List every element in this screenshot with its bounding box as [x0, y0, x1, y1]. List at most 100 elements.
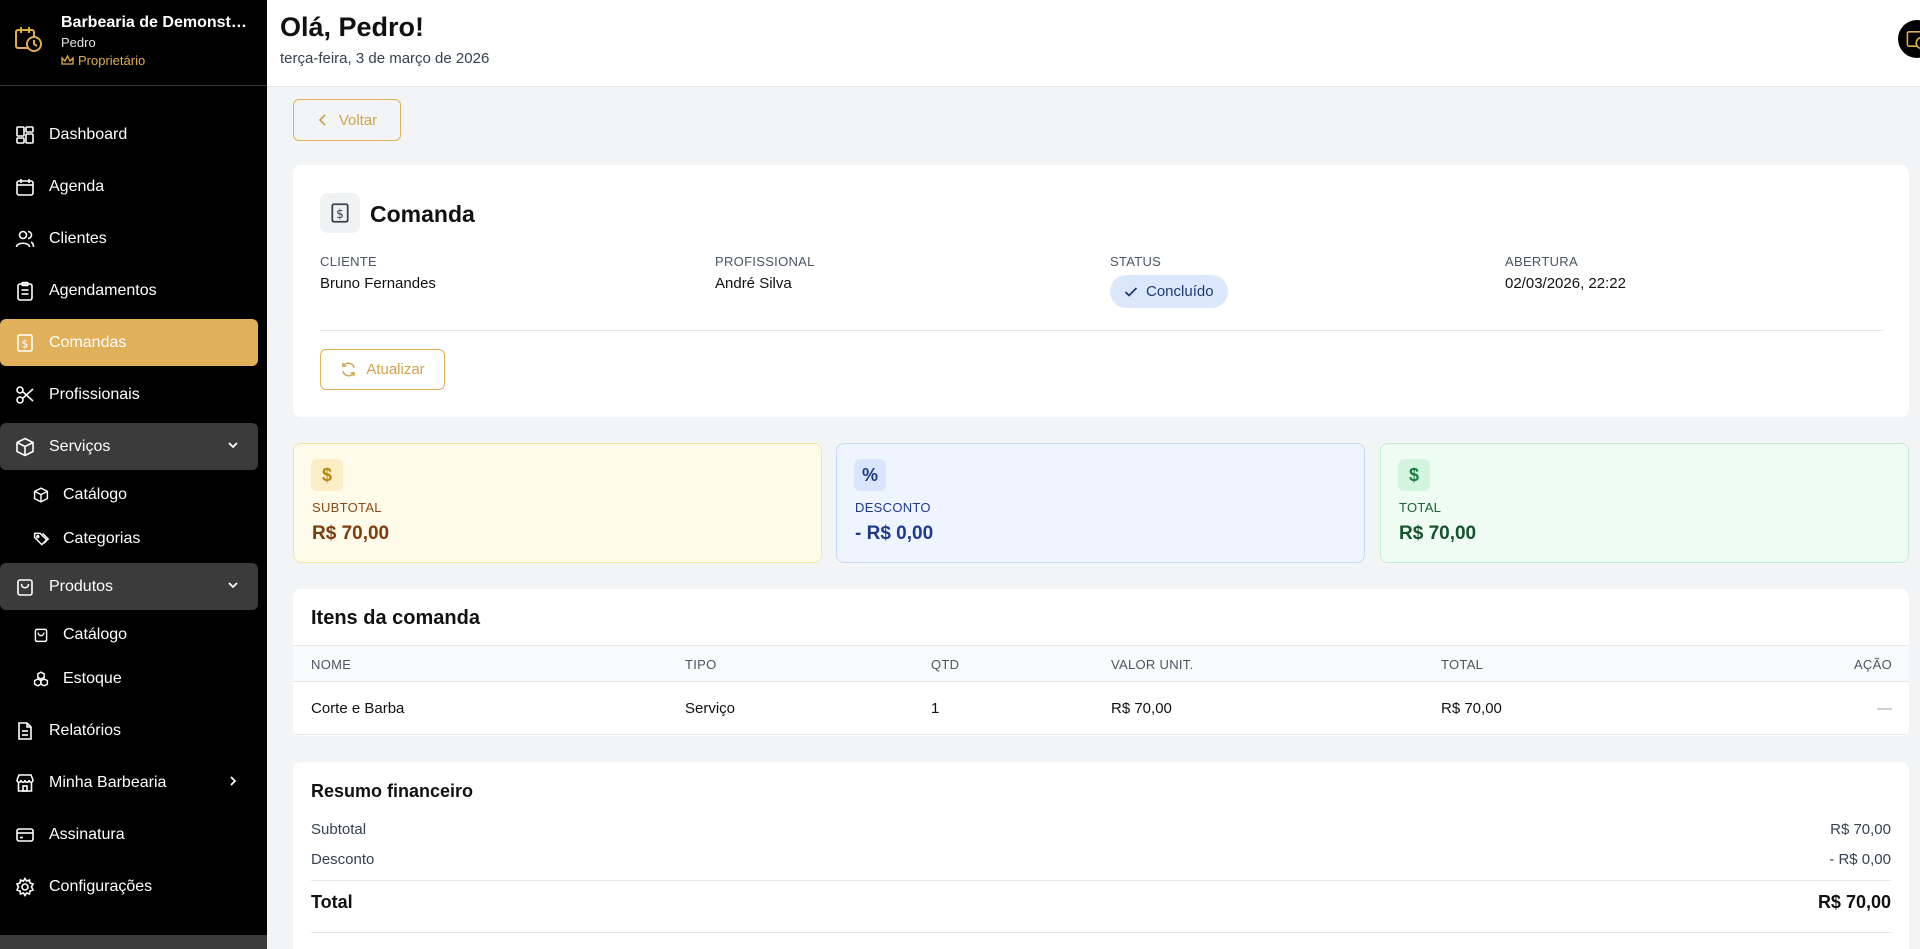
sidebar-subitem-estoque[interactable]: Estoque [0, 659, 258, 699]
sidebar-item-label: Configurações [49, 877, 153, 895]
receipt-icon: $ [15, 333, 35, 353]
subtotal-card-value: R$ 70,00 [312, 523, 390, 544]
file-text-icon [15, 721, 35, 741]
refresh-button-label: Atualizar [366, 361, 425, 378]
profissional-label: PROFISSIONAL [715, 254, 815, 269]
svg-text:$: $ [22, 337, 29, 350]
barbershop-logo-icon [1906, 31, 1920, 50]
receipt-icon: $ [320, 193, 360, 233]
sidebar-item-label: Assinatura [49, 825, 125, 843]
divider [311, 880, 1891, 881]
chevron-right-icon [230, 776, 237, 786]
resumo-total-label: Total [311, 892, 353, 912]
status-label: STATUS [1110, 254, 1162, 269]
sidebar-item-profissionais[interactable]: Profissionais [0, 371, 258, 418]
svg-text:$: $ [336, 207, 344, 221]
brand-name: Barbearia de Demonstração [61, 14, 251, 31]
cell-acao: — [1877, 700, 1892, 717]
brand-role: Proprietário [61, 53, 251, 68]
current-date: terça-feira, 3 de março de 2026 [280, 50, 490, 67]
column-header-qtd: QTD [931, 657, 960, 672]
avatar[interactable] [1898, 20, 1920, 58]
cell-total: R$ 70,00 [1441, 700, 1502, 717]
chevron-down-icon [228, 582, 238, 589]
chevron-left-icon [318, 114, 326, 126]
sidebar-item-comandas[interactable]: $ Comandas [0, 319, 258, 366]
barbershop-logo-icon [15, 27, 42, 52]
abertura-field: ABERTURA 02/03/2026, 22:22 [1505, 254, 1626, 292]
abertura-value: 02/03/2026, 22:22 [1505, 275, 1626, 292]
resumo-total-value: R$ 70,00 [1817, 892, 1891, 912]
refresh-button[interactable]: Atualizar [320, 349, 445, 390]
cell-nome: Corte e Barba [311, 700, 405, 717]
sidebar-footer [0, 935, 267, 949]
sidebar-item-label: Clientes [49, 229, 107, 247]
sidebar-subitem-servicos-catalogo[interactable]: Catálogo [0, 475, 258, 515]
desconto-card-label: DESCONTO [855, 500, 931, 515]
resumo-desconto-row: Desconto - R$ 0,00 [311, 851, 1891, 868]
credit-card-icon [15, 825, 35, 845]
total-card: $ TOTAL R$ 70,00 [1380, 443, 1909, 563]
cell-valor-unit: R$ 70,00 [1111, 700, 1172, 717]
sidebar-item-label: Estoque [63, 670, 122, 687]
sidebar-subitem-produtos-catalogo[interactable]: Catálogo [0, 615, 258, 655]
package-icon [15, 437, 35, 457]
table-header: NOME TIPO QTD VALOR UNIT. TOTAL AÇÃO [293, 645, 1909, 682]
sidebar-item-dashboard[interactable]: Dashboard [0, 111, 258, 158]
cell-tipo: Serviço [685, 700, 736, 717]
desconto-card: % DESCONTO - R$ 0,00 [836, 443, 1365, 563]
resumo-total-row: Total R$ 70,00 [311, 892, 1891, 913]
crown-icon [61, 55, 74, 65]
sidebar-item-label: Catálogo [63, 486, 128, 503]
sidebar-item-label: Produtos [49, 577, 114, 595]
status-badge: Concluído [1110, 275, 1228, 308]
sidebar-item-label: Relatórios [49, 721, 122, 739]
package-icon [33, 487, 49, 503]
abertura-label: ABERTURA [1505, 254, 1578, 269]
column-header-nome: NOME [311, 657, 352, 672]
sidebar-item-relatorios[interactable]: Relatórios [0, 707, 258, 754]
back-button[interactable]: Voltar [293, 99, 401, 141]
scissors-icon [15, 385, 35, 405]
column-header-tipo: TIPO [685, 657, 717, 672]
status-field: STATUS Concluído [1110, 254, 1228, 308]
sidebar-item-minha-barbearia[interactable]: Minha Barbearia [0, 759, 258, 806]
boxes-icon [33, 671, 49, 687]
refresh-icon [342, 362, 356, 377]
shopping-bag-icon [15, 577, 35, 597]
table-row: Corte e Barba Serviço 1 R$ 70,00 R$ 70,0… [293, 682, 1909, 735]
subtotal-card: $ SUBTOTAL R$ 70,00 [293, 443, 822, 563]
users-icon [15, 229, 35, 249]
sidebar-item-agenda[interactable]: Agenda [0, 163, 258, 210]
sidebar-item-assinatura[interactable]: Assinatura [0, 811, 258, 858]
sidebar-item-label: Minha Barbearia [49, 773, 167, 791]
dollar-icon: $ [1398, 459, 1430, 491]
sidebar-item-label: Agendamentos [49, 281, 157, 299]
subtotal-card-label: SUBTOTAL [312, 500, 382, 515]
store-icon [15, 773, 35, 793]
desconto-card-value: - R$ 0,00 [855, 523, 934, 544]
shopping-bag-icon [33, 627, 49, 643]
column-header-acao: AÇÃO [1853, 657, 1892, 672]
comanda-title: Comanda [370, 201, 475, 227]
status-badge-label: Concluído [1146, 283, 1214, 300]
back-button-label: Voltar [338, 111, 378, 129]
sidebar-item-label: Profissionais [49, 385, 140, 403]
chevron-down-icon [228, 442, 238, 449]
total-card-value: R$ 70,00 [1399, 523, 1477, 544]
sidebar-item-agendamentos[interactable]: Agendamentos [0, 267, 258, 314]
sidebar-item-label: Catálogo [63, 626, 128, 643]
dashboard-icon [15, 125, 35, 145]
total-card-label: TOTAL [1399, 500, 1442, 515]
sidebar: Barbearia de Demonstração Pedro Propriet… [0, 0, 267, 949]
sidebar-subitem-categorias[interactable]: Categorias [0, 519, 258, 559]
sidebar-item-configuracoes[interactable]: Configurações [0, 863, 258, 910]
sidebar-item-label: Serviços [49, 437, 111, 455]
column-header-valor-unit: VALOR UNIT. [1111, 657, 1194, 672]
sidebar-item-produtos[interactable]: Produtos [0, 563, 258, 610]
page-greeting: Olá, Pedro! [280, 12, 425, 42]
clipboard-icon [15, 281, 35, 301]
sidebar-item-servicos[interactable]: Serviços [0, 423, 258, 470]
sidebar-item-label: Categorias [63, 530, 141, 547]
sidebar-item-clientes[interactable]: Clientes [0, 215, 258, 262]
